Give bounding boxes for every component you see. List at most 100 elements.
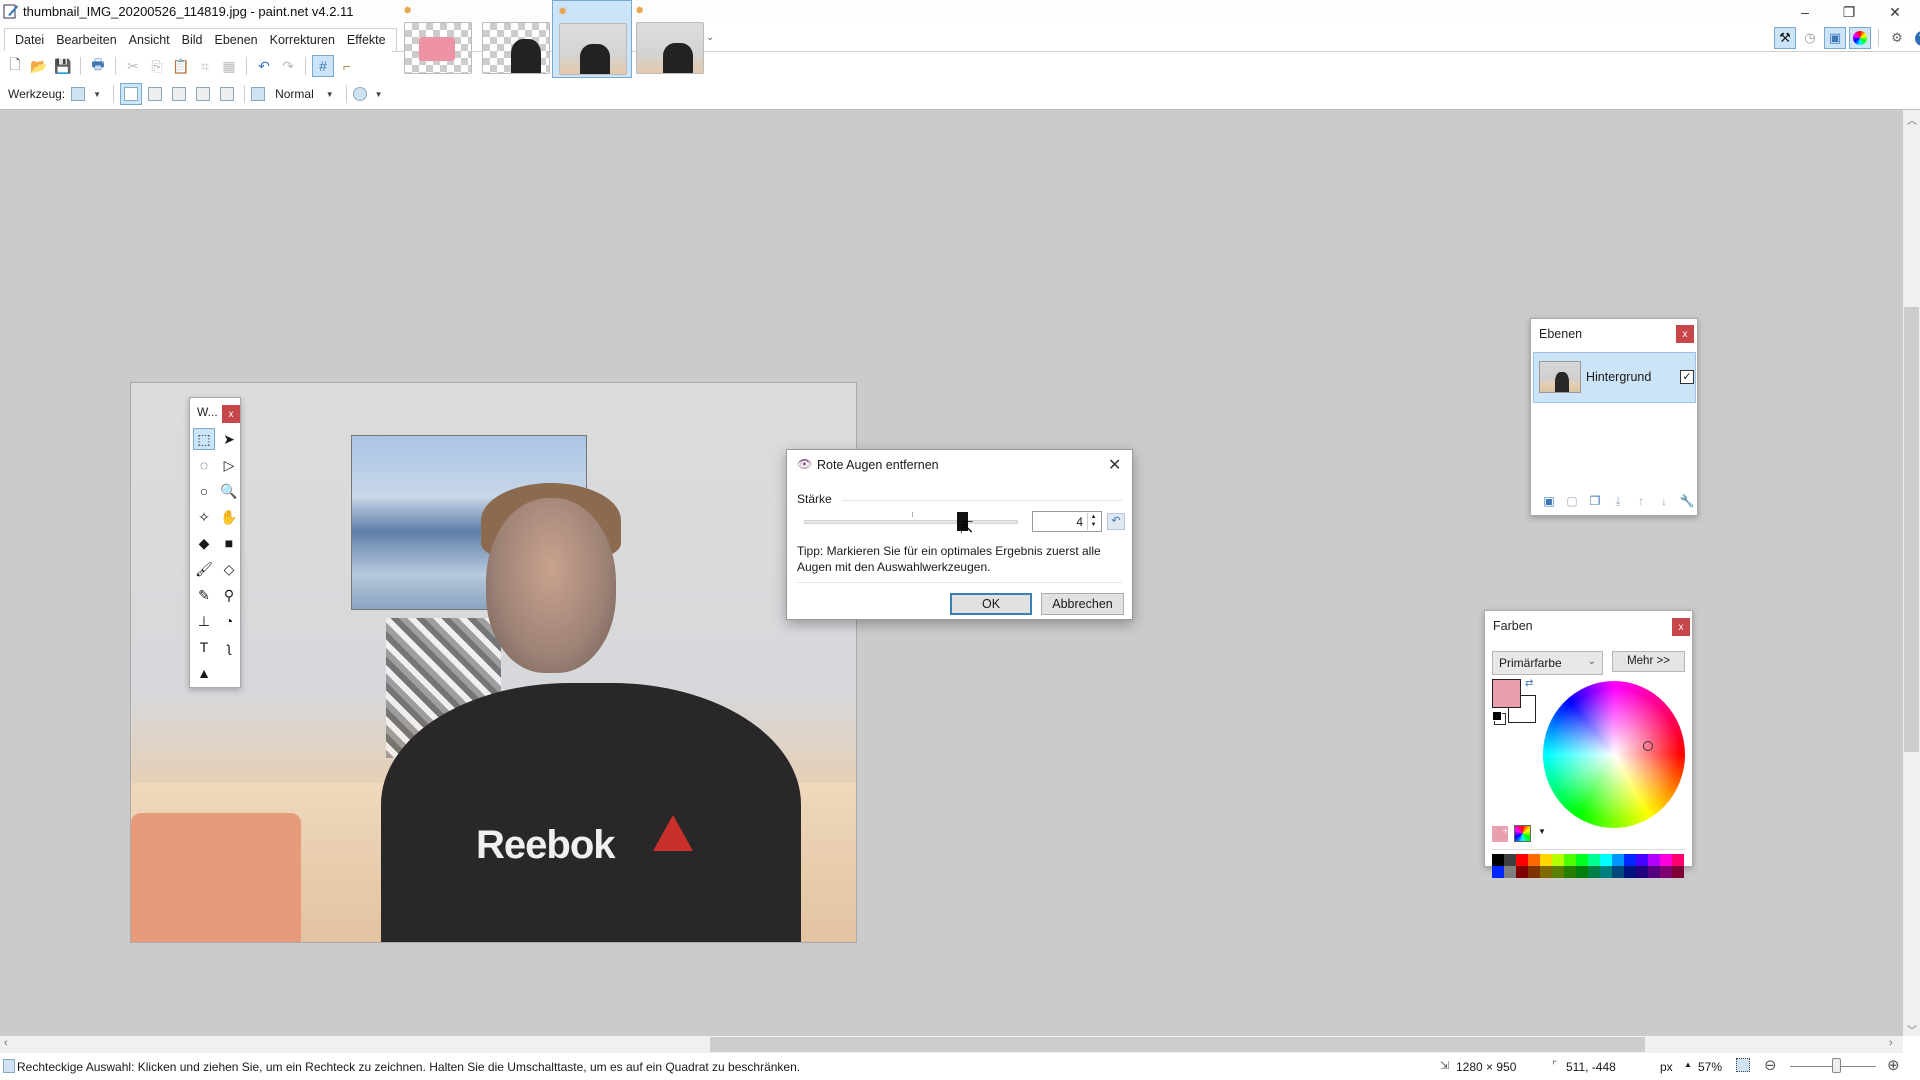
menu-ansicht[interactable]: Ansicht (123, 29, 176, 51)
tools-window-close-button[interactable]: x (222, 405, 240, 423)
tool-recolor-icon[interactable]: ◔ (218, 610, 240, 632)
restore-button[interactable]: ❐ (1826, 0, 1872, 24)
layer-properties-wrench-icon[interactable]: 🔧 (1679, 493, 1695, 509)
palette-swatch[interactable] (1672, 854, 1684, 866)
merge-layer-down-icon[interactable]: ⤓ (1610, 493, 1626, 509)
tool-lasso-select-icon[interactable]: ◌ (193, 454, 215, 476)
palette-swatch[interactable] (1588, 866, 1600, 878)
move-layer-up-icon[interactable]: ↑ (1633, 493, 1649, 509)
current-tool-icon[interactable] (71, 87, 86, 101)
help-icon[interactable]: ? (1911, 27, 1920, 49)
menu-ebenen[interactable]: Ebenen (209, 29, 264, 51)
primary-color-swatch[interactable] (1492, 679, 1521, 708)
spin-up-icon[interactable]: ▲ (1088, 513, 1099, 521)
menu-effekte[interactable]: Effekte (341, 29, 392, 51)
vertical-scrollbar-thumb[interactable] (1904, 307, 1919, 752)
color-mode-dropdown[interactable]: Primärfarbe ⌄ (1492, 651, 1603, 675)
menu-datei[interactable]: Datei (9, 29, 50, 51)
unit-selector[interactable]: px (1660, 1060, 1673, 1074)
palette-swatch[interactable] (1672, 866, 1684, 878)
zoom-out-icon[interactable]: ⊖ (1764, 1056, 1777, 1074)
palette-swatch[interactable] (1636, 854, 1648, 866)
selection-mode-intersect-icon[interactable] (192, 83, 214, 105)
strength-spinner[interactable]: ▲ ▼ (1087, 513, 1099, 530)
strength-slider-track[interactable] (804, 520, 1018, 524)
tool-move-selected-pixels-icon[interactable]: ➤ (218, 428, 240, 450)
copy-icon[interactable]: ⎘ (146, 55, 168, 77)
dialog-close-button[interactable]: ✕ (1108, 455, 1121, 475)
scroll-right-icon[interactable]: › (1889, 1037, 1893, 1049)
add-layer-icon[interactable]: ▣ (1541, 493, 1557, 509)
palette-swatch[interactable] (1576, 866, 1588, 878)
selection-mode-union-icon[interactable] (144, 83, 166, 105)
history-clock-icon[interactable]: ◷ (1799, 27, 1821, 49)
duplicate-layer-icon[interactable]: ❐ (1587, 493, 1603, 509)
palette-swatch[interactable] (1612, 854, 1624, 866)
palette-swatch[interactable] (1576, 854, 1588, 866)
ok-button[interactable]: OK (950, 593, 1032, 615)
palette-swatch[interactable] (1528, 866, 1540, 878)
tool-magic-wand-icon[interactable]: ✧ (193, 506, 215, 528)
tool-paint-bucket-icon[interactable]: ◆ (193, 532, 215, 554)
tool-color-picker-icon[interactable]: ⚲ (218, 584, 240, 606)
palette-swatch[interactable] (1636, 866, 1648, 878)
zoom-level[interactable]: 57% (1698, 1060, 1722, 1074)
undo-icon[interactable]: ↶ (253, 55, 275, 77)
tool-line-curve-icon[interactable]: ʅ (218, 636, 240, 658)
pixel-grid-icon[interactable]: # (312, 55, 334, 77)
open-folder-icon[interactable]: 📂 (28, 55, 50, 77)
palette-swatch[interactable] (1540, 854, 1552, 866)
palette-swatch[interactable] (1624, 866, 1636, 878)
scroll-left-icon[interactable]: ‹ (4, 1037, 8, 1049)
palette-swatch[interactable] (1492, 866, 1504, 878)
image-tab-pink-rectangle[interactable]: ✹ (398, 0, 478, 78)
print-icon[interactable]: 🖶 (87, 55, 109, 77)
tool-ellipse-select-icon[interactable]: ○ (193, 480, 215, 502)
menu-korrekturen[interactable]: Korrekturen (264, 29, 341, 51)
tool-eraser-icon[interactable]: ◇ (218, 558, 240, 580)
color-wheel-marker[interactable] (1643, 741, 1653, 751)
tool-pencil-icon[interactable]: ✎ (193, 584, 215, 606)
rulers-icon[interactable]: ⌐ (336, 55, 358, 77)
tool-gradient-icon[interactable]: ■ (218, 532, 240, 554)
swap-colors-icon[interactable]: ⇄ (1525, 678, 1533, 689)
palette-swatch[interactable] (1564, 866, 1576, 878)
layers-window-icon[interactable]: ▣ (1824, 27, 1846, 49)
move-layer-down-icon[interactable]: ↓ (1656, 493, 1672, 509)
tools-window-hammer-icon[interactable]: ⚒ (1774, 27, 1796, 49)
palette-swatch[interactable] (1552, 854, 1564, 866)
palette-swatch[interactable] (1492, 854, 1504, 866)
scroll-down-icon[interactable]: ﹀ (1907, 1022, 1917, 1037)
zoom-in-icon[interactable]: ⊕ (1887, 1056, 1900, 1074)
blend-mode-value[interactable]: Normal (275, 87, 314, 101)
palette-swatch[interactable] (1600, 854, 1612, 866)
palette-swatch[interactable] (1660, 866, 1672, 878)
tool-move-selection-icon[interactable]: ▷ (218, 454, 240, 476)
cancel-button[interactable]: Abbrechen (1041, 593, 1124, 615)
layer-visibility-checkbox[interactable]: ✓ (1680, 370, 1694, 384)
palette-swatch[interactable] (1540, 866, 1552, 878)
add-to-palette-icon[interactable]: + (1492, 826, 1508, 842)
tool-paintbrush-icon[interactable]: 🖌 (193, 558, 215, 580)
new-file-icon[interactable]: 🗋 (4, 55, 26, 77)
tool-clone-stamp-icon[interactable]: ⊥ (193, 610, 215, 632)
palette-swatch[interactable] (1504, 854, 1516, 866)
image-tab-photo-copy[interactable]: ✹ (630, 0, 710, 78)
scroll-up-icon[interactable]: ︿ (1907, 112, 1917, 127)
tool-pan-icon[interactable]: ✋ (218, 506, 240, 528)
tool-text-icon[interactable]: T (193, 636, 215, 658)
tab-overflow-chevron-icon[interactable]: ⌄ (706, 32, 714, 43)
palette-swatch[interactable] (1516, 854, 1528, 866)
settings-gear-icon[interactable]: ⚙ (1886, 27, 1908, 49)
reset-colors-icon[interactable] (1492, 711, 1502, 721)
palette-swatch[interactable] (1648, 866, 1660, 878)
palette-swatch[interactable] (1648, 854, 1660, 866)
colors-window-wheel-icon[interactable] (1849, 27, 1871, 49)
zoom-slider-thumb[interactable] (1831, 1058, 1841, 1073)
redo-icon[interactable]: ↷ (277, 55, 299, 77)
selection-mode-replace-icon[interactable] (120, 83, 143, 105)
close-window-button[interactable]: ✕ (1872, 0, 1918, 24)
tool-shapes-icon[interactable]: ▲ (193, 662, 215, 684)
color-wheel[interactable] (1543, 681, 1685, 828)
palette-swatch[interactable] (1564, 854, 1576, 866)
